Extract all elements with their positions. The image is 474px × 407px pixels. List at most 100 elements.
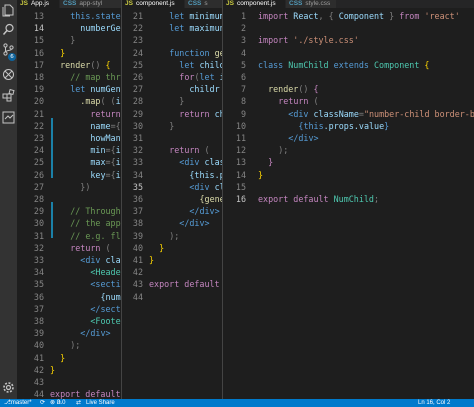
code-line[interactable]: 41}	[17, 352, 121, 364]
tab-app-js[interactable]: JS App.js	[17, 0, 59, 8]
code-line[interactable]: 40}	[122, 242, 222, 254]
code-line[interactable]: 34 {this.p	[122, 169, 222, 181]
code-line[interactable]: 38 <Footer	[17, 315, 121, 327]
code-line[interactable]: 24 min={item	[17, 144, 121, 156]
tab-style-css[interactable]: CSS style.css	[286, 0, 336, 8]
line-number: 8	[240, 96, 246, 107]
code-line[interactable]: 7 render() {	[223, 83, 474, 95]
code-line[interactable]: 27 childr	[122, 83, 222, 95]
code-line[interactable]: 13}	[223, 156, 474, 168]
code-line[interactable]: 28	[17, 193, 121, 205]
code-line[interactable]: 32 return (	[122, 144, 222, 156]
code-line[interactable]: 22 let maximun	[122, 22, 222, 34]
code-line[interactable]: 4	[223, 47, 474, 59]
code-line[interactable]: 26 for(let i	[122, 71, 222, 83]
code-line[interactable]: 42}	[17, 364, 121, 376]
code-line[interactable]: 43	[17, 376, 121, 388]
code-line[interactable]: 16 export default NumChild;	[223, 193, 474, 205]
code-line[interactable]: 37 </sect	[17, 303, 121, 315]
code-line[interactable]: 20 .map( (item	[17, 95, 121, 107]
code-line[interactable]: 27})	[17, 181, 121, 193]
code-line[interactable]: 19 let numGens	[17, 83, 121, 95]
tab-style-css[interactable]: CSS s	[185, 0, 222, 8]
code-line[interactable]: 9 <div className="number-child border-box…	[223, 108, 474, 120]
code-line[interactable]: 44 export default A	[17, 388, 121, 399]
code-line[interactable]: 23	[122, 34, 222, 46]
code-line[interactable]: 36 {gene	[122, 193, 222, 205]
code-line[interactable]: 11 </div>	[223, 132, 474, 144]
debug-icon[interactable]	[2, 68, 15, 81]
code-token: {this.p	[189, 169, 222, 180]
code-line[interactable]: 22 name={item	[17, 120, 121, 132]
tab-app-style[interactable]: CSS app-styl	[60, 0, 121, 8]
code-token: ={	[110, 120, 121, 131]
cursor-position[interactable]: Ln 16, Col 2	[418, 399, 450, 407]
code-line[interactable]: 23 howMany={	[17, 132, 121, 144]
branch-indicator[interactable]: ⎇ master*	[4, 399, 32, 407]
code-line[interactable]: 1 import React, { Component } from 'react…	[223, 10, 474, 22]
code-line[interactable]: 33 <div clas	[122, 156, 222, 168]
code-line[interactable]: 15}	[17, 34, 121, 46]
code-line[interactable]: 31 // e.g. fle	[17, 230, 121, 242]
code-line[interactable]: 36 {numG	[17, 291, 121, 303]
code-line[interactable]: 30}	[122, 120, 222, 132]
code-line[interactable]: 44	[122, 291, 222, 303]
code-line[interactable]: 29 // Throughou	[17, 205, 121, 217]
code-line[interactable]: 16}	[17, 47, 121, 59]
live-share-icon[interactable]: ⇄	[76, 399, 81, 407]
code-line[interactable]: 2	[223, 22, 474, 34]
tab-component-js[interactable]: JS component.js	[223, 0, 285, 8]
code-line[interactable]: 42	[122, 266, 222, 278]
live-share-label[interactable]: Live Share	[86, 399, 115, 407]
code-line[interactable]: 8 return (	[223, 95, 474, 107]
code-line[interactable]: 37 </div>	[122, 205, 222, 217]
extensions-icon[interactable]	[2, 89, 15, 102]
line-number: 1	[240, 11, 246, 21]
code-token: Component	[374, 59, 425, 70]
code-text: {numG	[101, 291, 122, 303]
code-line[interactable]: 14 numberGen	[17, 22, 121, 34]
code-line[interactable]: 15	[223, 181, 474, 193]
problems-indicator[interactable]: ⊗ 0 ⚠ 0	[50, 399, 65, 407]
code-line[interactable]: 13 this.state = {	[17, 10, 121, 22]
code-line[interactable]: 3 import './style.css'	[223, 34, 474, 46]
code-text: </sect	[90, 303, 120, 315]
code-line[interactable]: 40);	[17, 339, 121, 351]
code-line[interactable]: 25 max={item	[17, 156, 121, 168]
code-line[interactable]: 32 return (	[17, 242, 121, 254]
code-line[interactable]: 25 let childr	[122, 59, 222, 71]
code-line[interactable]: 14}	[223, 169, 474, 181]
code-line[interactable]: 34 <Header	[17, 266, 121, 278]
code-line[interactable]: 6	[223, 71, 474, 83]
code-token: {gene	[199, 194, 223, 204]
code-line[interactable]: 5 class NumChild extends Component {	[223, 59, 474, 71]
code-line[interactable]: 35 <div cl	[122, 181, 222, 193]
code-line[interactable]: 31	[122, 132, 222, 144]
code-line[interactable]: 29 return ch	[122, 108, 222, 120]
files-icon[interactable]	[2, 4, 15, 17]
code-line[interactable]: 21 return <N	[17, 108, 121, 120]
code-line[interactable]: 30 // the app-	[17, 217, 121, 229]
sync-icon[interactable]: ⟳	[40, 399, 45, 407]
code-line[interactable]: 26 key={inde	[17, 169, 121, 181]
settings-gear-icon[interactable]	[2, 381, 15, 394]
code-line[interactable]: 33 <div clas	[17, 254, 121, 266]
code-line[interactable]: 38 </div>	[122, 217, 222, 229]
code-line[interactable]: 24 function ge	[122, 47, 222, 59]
tab-component-js[interactable]: JS component.js	[122, 0, 184, 8]
code-token: </sect	[90, 303, 121, 314]
code-line[interactable]: 12);	[223, 144, 474, 156]
tab-bar-2: JS component.js CSS s	[122, 0, 222, 8]
code-line[interactable]: 39);	[122, 230, 222, 242]
code-line[interactable]: 10 {this.props.value}	[223, 120, 474, 132]
code-line[interactable]: 39 </div>	[17, 327, 121, 339]
code-line[interactable]: 28}	[122, 95, 222, 107]
code-line[interactable]: 17 render() {	[17, 59, 121, 71]
search-icon[interactable]	[2, 23, 15, 36]
code-line[interactable]: 41}	[122, 254, 222, 266]
code-line[interactable]: 35 <sectio	[17, 278, 121, 290]
remote-icon[interactable]	[2, 111, 15, 124]
code-line[interactable]: 21 let minimum	[122, 10, 222, 22]
code-line[interactable]: 43 export default	[122, 278, 222, 290]
code-line[interactable]: 18 // map thr	[17, 71, 121, 83]
